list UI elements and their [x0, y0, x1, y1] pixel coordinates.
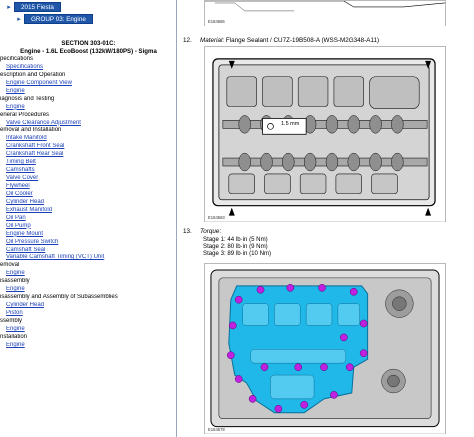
bolt-marker	[330, 391, 338, 399]
tab-group-row: ▸ GROUP 03: Engine	[14, 13, 93, 24]
bolt-marker	[359, 349, 368, 358]
nav-link-cylinder-head[interactable]: Cylinder Head	[0, 199, 176, 207]
chevron-right-icon: ▸	[17, 15, 21, 23]
nav-heading-isassembly: isassembly	[0, 278, 30, 285]
step-12-text: Material: Flange Sealant / CU7Z-19B508-A…	[200, 37, 379, 44]
nav-link-camshafts[interactable]: Camshafts	[0, 167, 176, 175]
torque-label: Torque	[200, 228, 220, 235]
nav-link-engine[interactable]: Engine	[0, 270, 176, 278]
material-spec: : Flange Sealant / CU7Z-19B508-A (WSS-M2…	[222, 37, 380, 44]
bolt-marker	[318, 283, 326, 292]
nav-link-engine[interactable]: Engine	[0, 88, 176, 96]
figure-previous-step: E184565	[204, 0, 446, 27]
bolt-marker	[300, 401, 308, 409]
figure-sealant-application: 1.5 mm E184563	[204, 46, 446, 222]
tab-engine-group[interactable]: GROUP 03: Engine	[24, 13, 93, 24]
tab-model-year[interactable]: 2015 Fiesta	[14, 1, 61, 12]
navigation-pane: ▸ 2015 Fiesta ▸ GROUP 03: Engine SECTION…	[0, 0, 177, 437]
step-number-13: 13.	[183, 228, 192, 235]
nav-heading-isassembly-and-assembly-of-subassemblies: isassembly and Assembly of Subassemblies	[0, 294, 118, 301]
bolt-marker	[256, 285, 265, 294]
nav-link-oil-pan[interactable]: Oil Pan	[0, 215, 176, 223]
torque-stage-3: Stage 3: 89 lb·in (10 Nm)	[203, 250, 272, 257]
nav-heading-emoval-and-installation: emoval and Installation	[0, 127, 62, 134]
section-title-line2: Engine - 1.6L EcoBoost (132kW/180PS) - S…	[20, 48, 157, 55]
nav-heading-pecifications: pecifications	[0, 56, 34, 62]
cylinder-head-illustration	[205, 47, 445, 222]
tightening-sequence-illustration	[205, 264, 445, 434]
section-outline: pecifications Specifications escription an…	[0, 56, 176, 350]
torque-stage-2: Stage 2: 80 lb·in (9 Nm)	[203, 243, 268, 250]
bolt-marker	[226, 351, 235, 360]
nav-link-crankshaft-front-seal[interactable]: Crankshaft Front Seal	[0, 143, 176, 151]
bolt-marker	[234, 375, 243, 383]
figure-id: E184563	[208, 215, 225, 220]
bolt-marker	[260, 363, 269, 371]
bolt-marker	[294, 363, 303, 371]
nav-heading-iagnosis-and-testing: iagnosis and Testing	[0, 95, 55, 102]
bolt-marker	[234, 295, 243, 304]
nav-link-variable-camshaft-timing-vct-unit[interactable]: Variable Camshaft Timing (VCT) Unit	[0, 254, 176, 262]
nav-link-engine[interactable]: Engine	[0, 104, 176, 112]
nav-link-oil-pump[interactable]: Oil Pump	[0, 223, 176, 231]
section-title-line1: SECTION 303-01C:	[61, 40, 116, 47]
nav-link-valve-cover[interactable]: Valve Cover	[0, 175, 176, 183]
material-label: Material	[200, 37, 223, 44]
nav-link-engine-mount[interactable]: Engine Mount	[0, 231, 176, 239]
section-title: SECTION 303-01C: Engine - 1.6L EcoBoost …	[0, 40, 176, 56]
bolt-marker	[345, 363, 354, 371]
torque-stage-1: Stage 1: 44 lb·in (5 Nm)	[203, 236, 268, 243]
bolt-marker	[286, 283, 295, 292]
nav-link-camshaft-seal[interactable]: Camshaft Seal	[0, 247, 176, 255]
nav-link-engine[interactable]: Engine	[0, 342, 176, 350]
nav-link-intake-manifold[interactable]: Intake Manifold	[0, 135, 176, 143]
step-number-12: 12.	[183, 37, 192, 44]
nav-link-flywheel[interactable]: Flywheel	[0, 183, 176, 191]
bolt-marker	[359, 319, 368, 328]
nav-link-oil-cooler[interactable]: Oil Cooler	[0, 191, 176, 199]
torque-colon: :	[219, 228, 222, 235]
nav-heading-ssembly: ssembly	[0, 317, 23, 324]
nav-heading-emoval: emoval	[0, 262, 20, 269]
tab-year-row: ▸ 2015 Fiesta	[4, 1, 61, 12]
bolt-marker	[248, 395, 257, 403]
nav-link-engine[interactable]: Engine	[0, 326, 176, 334]
bolt-marker	[349, 287, 358, 296]
nav-link-piston[interactable]: Piston	[0, 310, 176, 318]
bolt-marker	[228, 321, 237, 330]
bolt-marker	[274, 404, 283, 413]
nav-link-engine[interactable]: Engine	[0, 286, 176, 294]
sealant-bead-callout: 1.5 mm	[281, 121, 300, 127]
nav-heading-eneral-procedures: eneral Procedures	[0, 111, 50, 118]
bolt-marker	[340, 333, 348, 342]
figure-id: E184565	[208, 19, 225, 24]
nav-link-engine-component-view[interactable]: Engine Component View	[0, 80, 176, 88]
nav-link-valve-clearance-adjustment[interactable]: Valve Clearance Adjustment	[0, 120, 176, 128]
figure-id: E184578	[208, 427, 225, 432]
nav-link-exhaust-manifold[interactable]: Exhaust Manifold	[0, 207, 176, 215]
nav-heading-nstallation: nstallation	[0, 333, 28, 340]
bolt-marker	[320, 363, 328, 371]
procedure-content: E184565 12. Material: Flange Sealant / C…	[178, 0, 474, 437]
nav-link-crankshaft-rear-seal[interactable]: Crankshaft Rear Seal	[0, 151, 176, 159]
chevron-right-icon: ▸	[7, 3, 11, 11]
step-13-text: Torque:	[200, 228, 221, 235]
nav-link-cylinder-head[interactable]: Cylinder Head	[0, 302, 176, 310]
nav-link-oil-pressure-switch[interactable]: Oil Pressure Switch	[0, 239, 176, 247]
nav-heading-escription-and-operation: escription and Operation	[0, 71, 66, 78]
nav-link-specifications[interactable]: Specifications	[0, 64, 176, 72]
figure-tightening-sequence: E184578	[204, 263, 446, 434]
engine-illustration	[205, 1, 445, 27]
nav-link-timing-belt[interactable]: Timing Belt	[0, 159, 176, 167]
